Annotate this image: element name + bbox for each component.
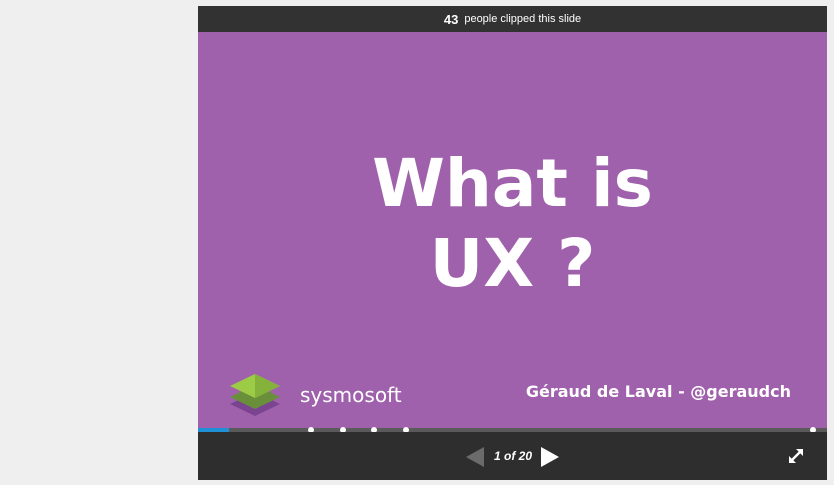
player-controls: 1 of 20 xyxy=(198,432,827,480)
next-slide-button[interactable] xyxy=(541,447,559,467)
sysmosoft-logo: sysmosoft xyxy=(228,372,402,418)
page-indicator: 1 of 20 xyxy=(493,449,532,463)
previous-slide-button[interactable] xyxy=(466,447,484,467)
slide-title-line-1: What is xyxy=(372,145,653,222)
layered-diamond-logo-icon xyxy=(230,374,280,416)
slide-content[interactable]: What is UX ? sysmosoft Géraud de Laval -… xyxy=(198,32,827,428)
fullscreen-icon[interactable] xyxy=(787,447,805,465)
clip-count: 43 xyxy=(443,11,459,27)
clip-count-label: people clipped this slide xyxy=(464,13,582,25)
logo-text: sysmosoft xyxy=(300,383,402,407)
slide-title-line-2: UX ? xyxy=(429,225,596,302)
clip-count-bar[interactable]: 43 people clipped this slide xyxy=(198,6,827,32)
slide-player: 43 people clipped this slide What is UX … xyxy=(198,6,827,480)
slide-title: What is UX ? xyxy=(198,144,827,304)
slide-author: Géraud de Laval - @geraudch xyxy=(525,382,791,401)
